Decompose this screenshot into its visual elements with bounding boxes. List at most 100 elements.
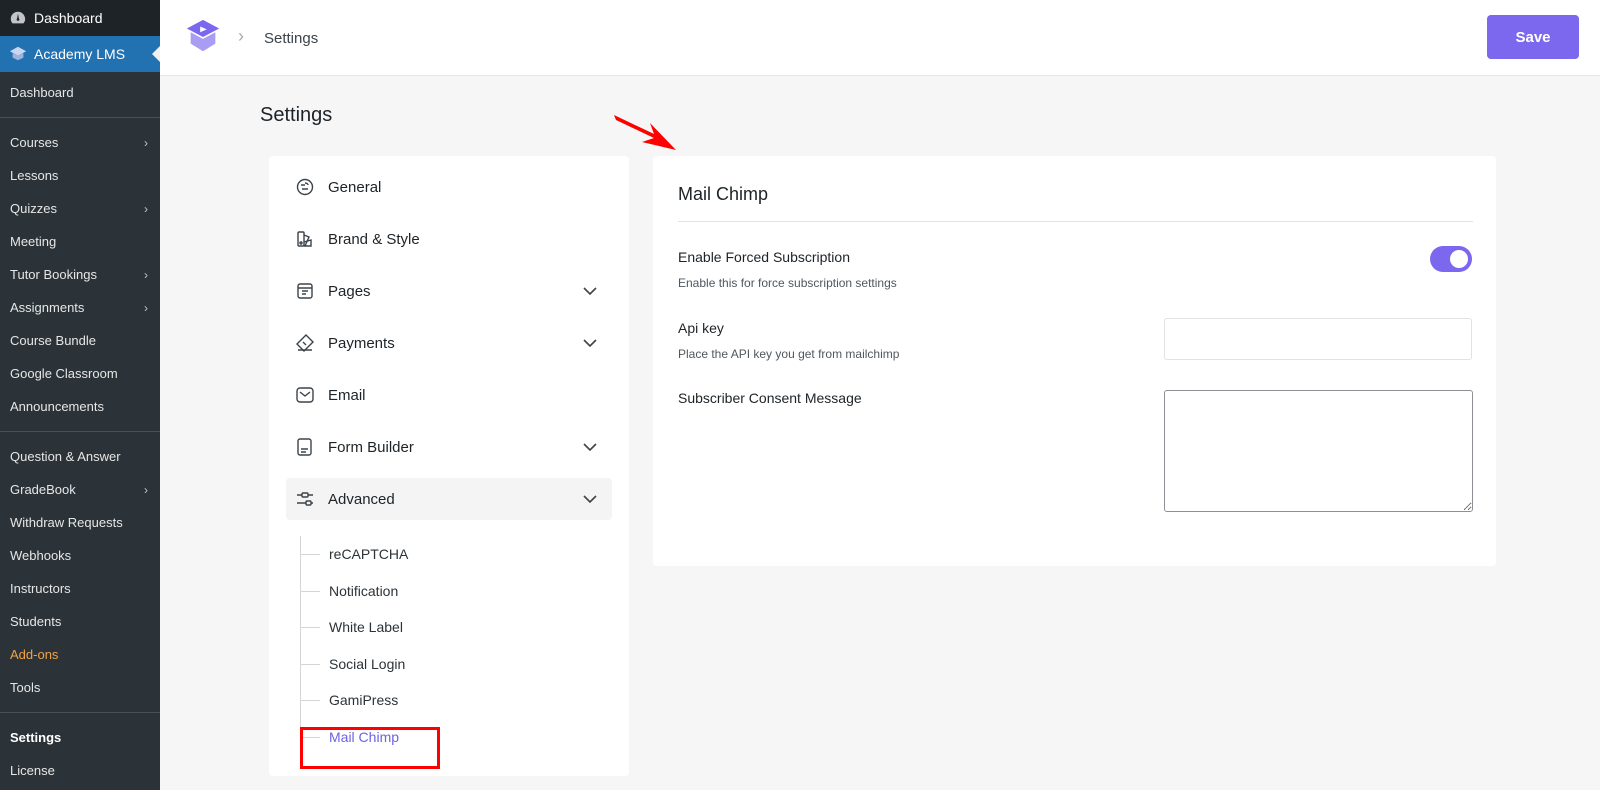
wp-sub-google-classroom[interactable]: Google Classroom (0, 357, 160, 390)
consent-message-textarea[interactable] (1164, 390, 1473, 512)
chevron-down-icon[interactable] (582, 491, 598, 507)
wp-sub-withdraw-requests[interactable]: Withdraw Requests (0, 506, 160, 539)
menu-item-email[interactable]: Email (286, 374, 612, 416)
forced-subscription-toggle[interactable] (1430, 246, 1472, 272)
wp-sub-label: License (10, 763, 55, 778)
wp-sub-label: Add-ons (10, 647, 59, 662)
top-header: › Settings Save (160, 0, 1600, 76)
wp-menu-dashboard[interactable]: Dashboard (0, 0, 160, 36)
wp-sub-tools[interactable]: Tools (0, 671, 160, 704)
wp-sub-meeting[interactable]: Meeting (0, 225, 160, 258)
wp-sub-tutor-bookings[interactable]: Tutor Bookings › (0, 258, 160, 291)
submenu-item-recaptcha[interactable]: reCAPTCHA (300, 536, 408, 572)
wp-sub-course-bundle[interactable]: Course Bundle (0, 324, 160, 357)
tree-tick (300, 663, 320, 665)
tree-tick (300, 699, 320, 701)
wp-sub-label: Quizzes (10, 201, 57, 216)
wp-sub-label: Tutor Bookings (10, 267, 97, 282)
wp-sub-students[interactable]: Students (0, 605, 160, 638)
wp-sub-webhooks[interactable]: Webhooks (0, 539, 160, 572)
general-icon (294, 176, 316, 198)
menu-item-label: Email (328, 386, 366, 404)
menu-item-label: Pages (328, 282, 371, 300)
wp-sub-announcements[interactable]: Announcements (0, 390, 160, 423)
chevron-down-icon[interactable] (582, 439, 598, 455)
mailchimp-settings-panel: Mail Chimp Enable Forced Subscription En… (653, 156, 1496, 566)
save-button[interactable]: Save (1487, 15, 1579, 59)
divider (0, 712, 160, 713)
wp-sub-add-ons[interactable]: Add-ons (0, 638, 160, 671)
wp-menu-academy-lms[interactable]: Academy LMS (0, 36, 160, 72)
dashboard-icon (8, 8, 28, 28)
tree-tick (300, 590, 320, 592)
wp-sub-label: Tools (10, 680, 41, 695)
chevron-down-icon[interactable] (582, 335, 598, 351)
consent-message-label: Subscriber Consent Message (678, 390, 862, 406)
wp-sub-label: Courses (10, 135, 59, 150)
menu-item-form-builder[interactable]: Form Builder (286, 426, 612, 468)
menu-item-advanced[interactable]: Advanced (286, 478, 612, 520)
wp-submenu: Dashboard Courses › Lessons Quizzes › Meet… (0, 72, 160, 787)
breadcrumb[interactable]: Settings (264, 30, 318, 47)
menu-item-payments[interactable]: Payments (286, 322, 612, 364)
submenu-item-label: GamiPress (329, 692, 399, 708)
submenu-item-notification[interactable]: Notification (300, 573, 398, 609)
wp-sub-label: Lessons (10, 168, 59, 183)
panel-title: Mail Chimp (678, 184, 769, 204)
divider (678, 221, 1473, 222)
wp-sub-instructors[interactable]: Instructors (0, 572, 160, 605)
wp-sub-lessons[interactable]: Lessons (0, 159, 160, 192)
tree-tick (300, 553, 320, 555)
wp-sub-label: Students (10, 614, 62, 629)
academy-logo-icon[interactable] (184, 18, 222, 56)
wp-sub-license[interactable]: License (0, 754, 160, 787)
wp-sub-label: Assignments (10, 300, 85, 315)
wp-sub-gradebook[interactable]: GradeBook › (0, 473, 160, 506)
wp-sub-label: GradeBook (10, 482, 76, 497)
wp-sub-courses[interactable]: Courses › (0, 126, 160, 159)
menu-item-brand-style[interactable]: Brand & Style (286, 218, 612, 260)
advanced-icon (294, 488, 316, 510)
wp-sub-question-answer[interactable]: Question & Answer (0, 440, 160, 473)
annotation-arrow-icon (614, 115, 676, 150)
menu-item-label: Brand & Style (328, 230, 420, 248)
menu-item-pages[interactable]: Pages (286, 270, 612, 312)
wp-menu-academy-lms-label: Academy LMS (34, 46, 126, 62)
wp-sub-label: Google Classroom (10, 366, 118, 381)
wp-sub-label: Webhooks (10, 548, 72, 563)
api-key-help: Place the API key you get from mailchimp (678, 347, 900, 361)
chevron-down-icon[interactable] (582, 283, 598, 299)
submenu-item-gamipress[interactable]: GamiPress (300, 682, 398, 718)
brand-style-icon (294, 228, 316, 250)
pages-icon (294, 280, 316, 302)
submenu-item-label: White Label (329, 619, 403, 635)
forced-subscription-help: Enable this for force subscription setti… (678, 276, 897, 290)
menu-item-label: Advanced (328, 490, 395, 508)
annotation-highlight-box (300, 727, 440, 769)
menu-item-label: Payments (328, 334, 395, 352)
page-title: Settings (260, 104, 333, 126)
submenu-item-label: Notification (329, 583, 399, 599)
submenu-item-label: reCAPTCHA (329, 546, 409, 562)
academy-logo-icon (8, 44, 28, 64)
divider (0, 431, 160, 432)
wp-admin-sidebar: Dashboard Academy LMS Dashboard Courses ›… (0, 0, 160, 790)
wp-sub-label: Question & Answer (10, 449, 121, 464)
wp-sub-label: Course Bundle (10, 333, 96, 348)
submenu-item-white-label[interactable]: White Label (300, 609, 403, 645)
wp-sub-label: Settings (10, 730, 62, 745)
wp-sub-label: Announcements (10, 399, 104, 414)
wp-sub-dashboard[interactable]: Dashboard (0, 76, 160, 109)
menu-item-general[interactable]: General (286, 166, 612, 208)
wp-sub-assignments[interactable]: Assignments › (0, 291, 160, 324)
wp-sub-quizzes[interactable]: Quizzes › (0, 192, 160, 225)
email-icon (294, 384, 316, 406)
api-key-input[interactable] (1164, 318, 1472, 360)
chevron-right-icon: › (144, 135, 148, 150)
wp-sub-settings[interactable]: Settings (0, 721, 160, 754)
forced-subscription-label: Enable Forced Subscription (678, 249, 850, 265)
wp-sub-label: Withdraw Requests (10, 515, 123, 530)
submenu-item-social-login[interactable]: Social Login (300, 646, 405, 682)
tree-tick (300, 626, 320, 628)
divider (0, 117, 160, 118)
